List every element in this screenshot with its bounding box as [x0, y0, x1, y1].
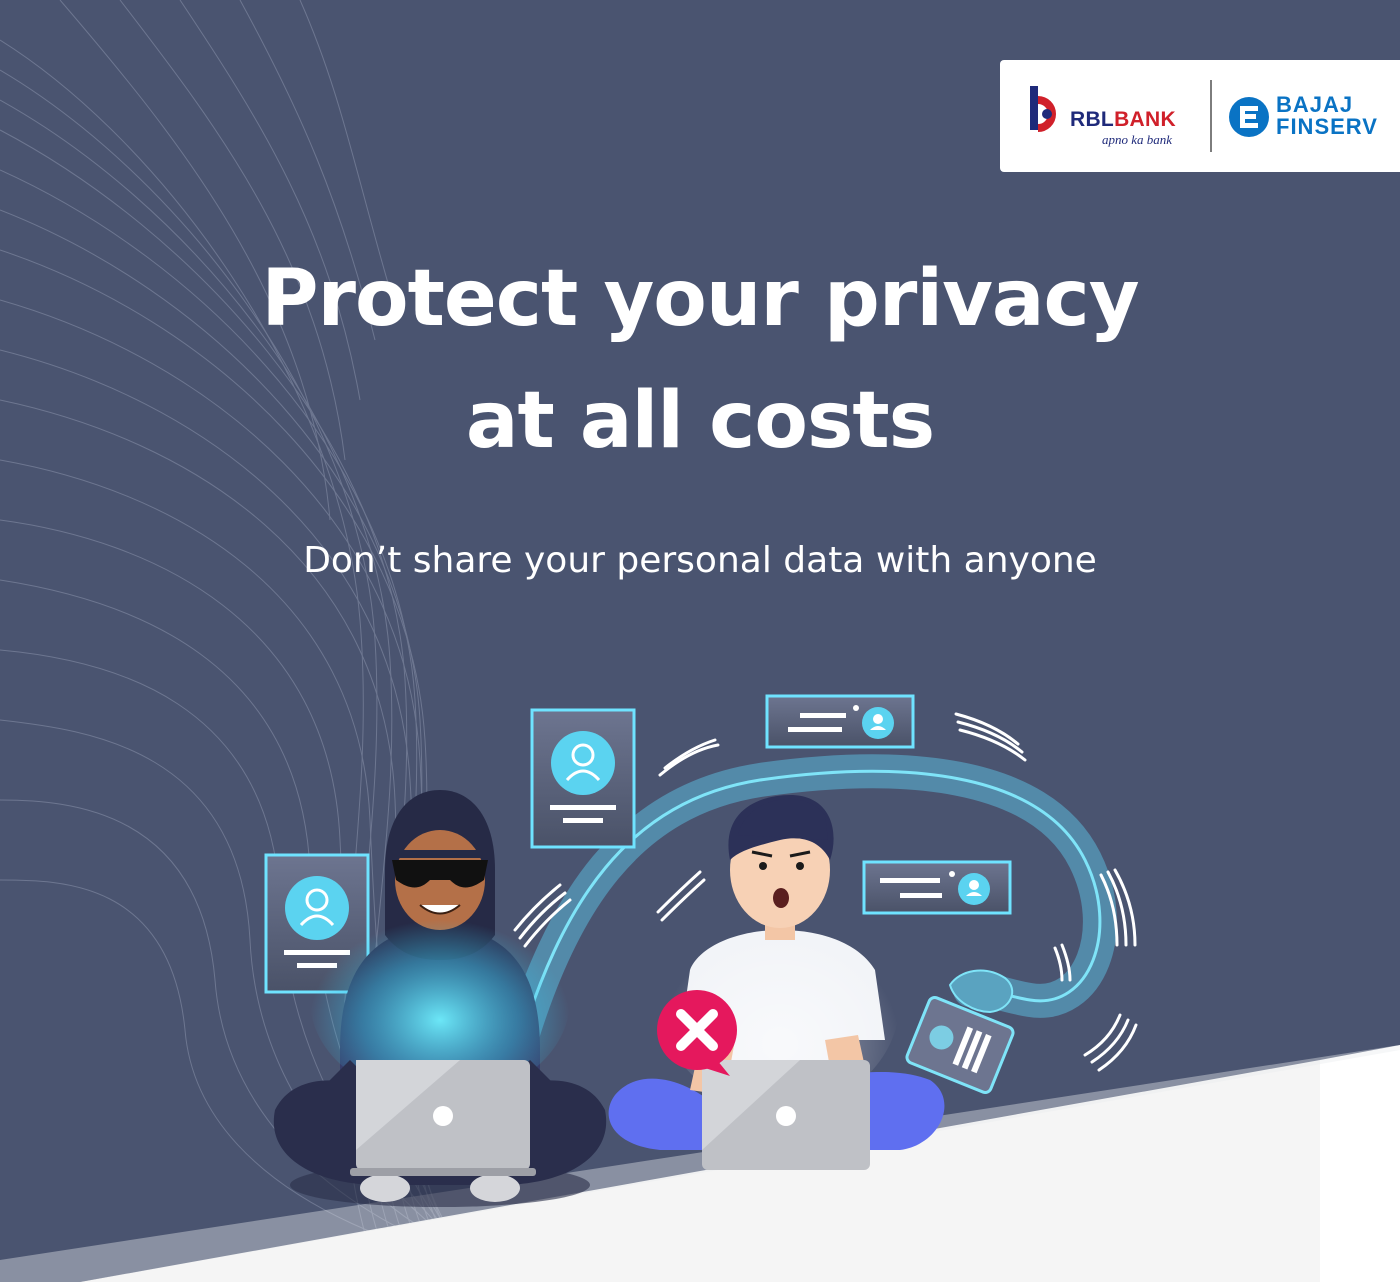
profile-card-icon	[765, 694, 915, 749]
profile-card-icon	[530, 708, 636, 849]
laptop-icon	[350, 1060, 536, 1176]
profile-card-icon	[862, 860, 1012, 915]
laptop-icon	[702, 1060, 870, 1170]
privacy-illustration	[0, 694, 1400, 1282]
